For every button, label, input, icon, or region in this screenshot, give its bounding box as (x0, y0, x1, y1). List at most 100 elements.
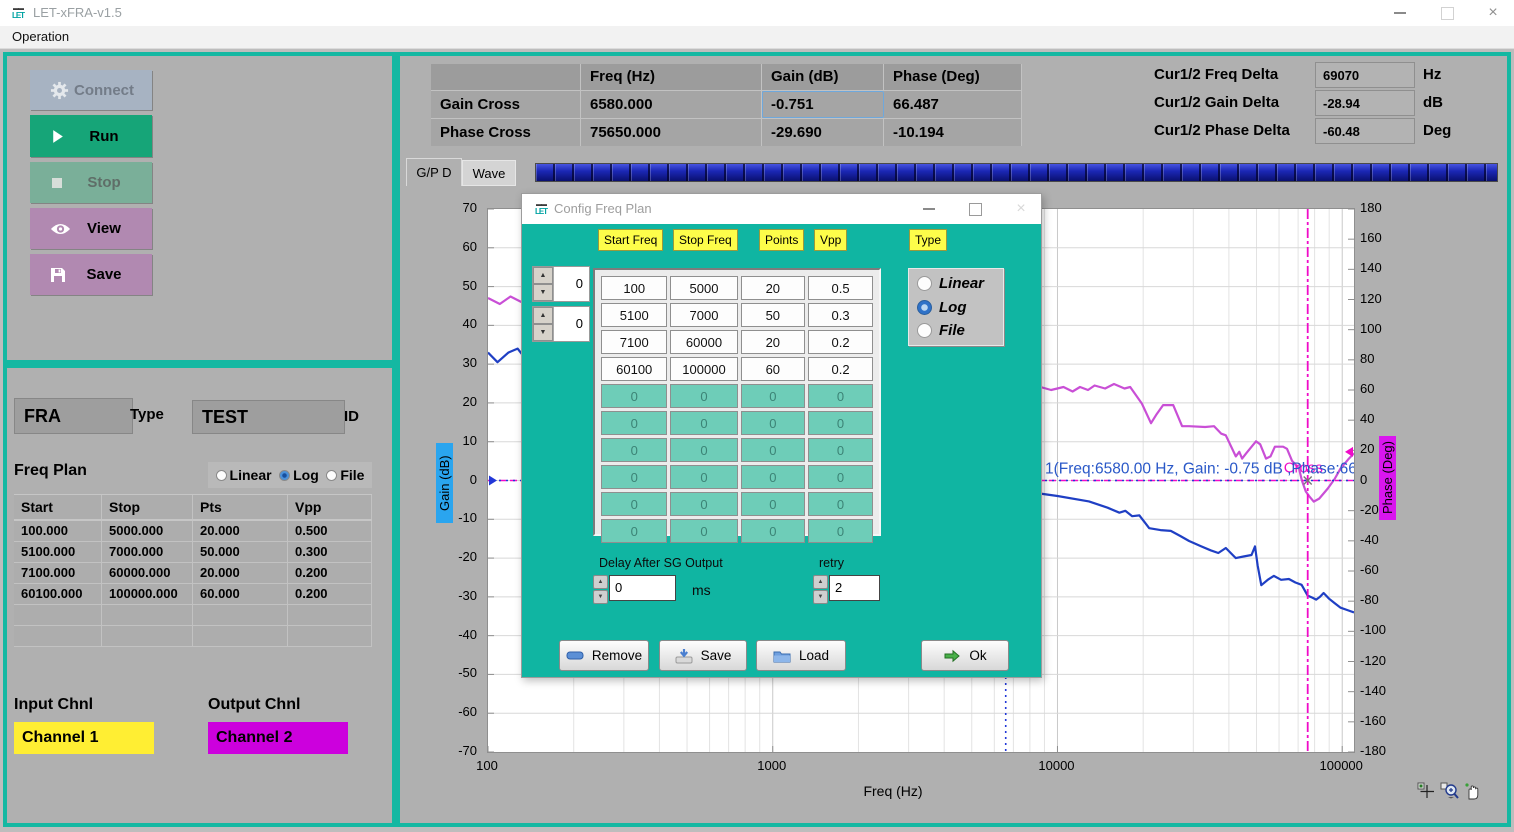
delay-spin-arrows[interactable]: ▲▼ (593, 575, 608, 604)
row-index-spinner-2[interactable]: ▲▼ 0 (532, 306, 590, 342)
dialog-plan-cell[interactable]: 60 (741, 357, 806, 381)
gain-axis-tick-label: -40 (433, 627, 477, 642)
dialog-plan-cell[interactable]: 0 (670, 465, 737, 489)
dialog-plan-cell[interactable]: 0 (741, 492, 806, 516)
type-field[interactable]: FRA (14, 398, 133, 434)
dialog-plan-cell[interactable]: 100000 (670, 357, 737, 381)
dialog-plan-cell[interactable]: 0 (670, 519, 737, 543)
dialog-plan-cell[interactable]: 0 (601, 438, 667, 462)
spin-up-icon[interactable]: ▲ (533, 307, 553, 324)
tab-gpd[interactable]: G/P D (406, 158, 462, 186)
type-log[interactable]: Log (917, 299, 1003, 316)
dialog-plan-cell[interactable]: 0.2 (808, 357, 873, 381)
dialog-save-button[interactable]: Save (659, 640, 747, 671)
dialog-plan-cell[interactable]: 0 (808, 438, 873, 462)
dialog-plan-cell[interactable]: 20 (741, 330, 806, 354)
zoom-tool[interactable] (1440, 782, 1459, 801)
dialog-plan-cell[interactable]: 0 (670, 492, 737, 516)
input-channel-selector[interactable]: Channel 1 (14, 722, 154, 754)
spin-up-icon[interactable]: ▲ (533, 267, 553, 284)
dialog-plan-cell[interactable]: 0 (808, 465, 873, 489)
dialog-plan-cell[interactable]: 5000 (670, 276, 737, 300)
dialog-plan-cell[interactable]: 5100 (601, 303, 667, 327)
dialog-plan-cell[interactable]: 0.2 (808, 330, 873, 354)
dialog-plan-cell[interactable]: 0 (670, 438, 737, 462)
dialog-plan-cell[interactable]: 0 (601, 465, 667, 489)
radio-file-dot (326, 470, 337, 481)
dialog-close-button[interactable]: × (1006, 196, 1036, 222)
spin-down-icon[interactable]: ▼ (533, 284, 553, 301)
dialog-plan-cell[interactable]: 50 (741, 303, 806, 327)
dialog-plan-cell[interactable]: 0.5 (808, 276, 873, 300)
dialog-plan-row: 0000 (601, 492, 873, 516)
spin-down-icon[interactable]: ▼ (813, 590, 828, 604)
spin-up-icon[interactable]: ▲ (813, 575, 828, 589)
radio-log[interactable]: Log (279, 467, 319, 483)
load-button[interactable]: Load (756, 640, 846, 671)
type-linear[interactable]: Linear (917, 275, 1003, 292)
delay-spinner[interactable]: ▲▼ 0 (593, 575, 676, 604)
type-log-dot (917, 300, 932, 315)
radio-file[interactable]: File (326, 467, 364, 483)
maximize-button[interactable] (1432, 0, 1462, 26)
dialog-plan-cell[interactable]: 0 (670, 411, 737, 435)
dialog-plan-cell[interactable]: 0 (741, 438, 806, 462)
delay-field[interactable]: 0 (609, 575, 676, 601)
plan-table-cell: 20.000 (193, 521, 288, 541)
dialog-plan-cell[interactable]: 60000 (670, 330, 737, 354)
tab-wave[interactable]: Wave (462, 160, 516, 186)
spinner-2-value[interactable]: 0 (554, 307, 589, 341)
run-button[interactable]: Run (30, 115, 152, 157)
dialog-plan-cell[interactable]: 60100 (601, 357, 667, 381)
save-button[interactable]: Save (30, 254, 152, 295)
dialog-plan-cell[interactable]: 0 (601, 384, 667, 408)
minimize-button[interactable] (1385, 0, 1415, 26)
dialog-plan-cell[interactable]: 7000 (670, 303, 737, 327)
crosshair-tool[interactable] (1417, 782, 1436, 801)
dialog-plan-cell[interactable]: 0 (741, 411, 806, 435)
menu-operation[interactable]: Operation (8, 26, 73, 48)
dialog-plan-cell[interactable]: 20 (741, 276, 806, 300)
retry-spin-arrows[interactable]: ▲▼ (813, 575, 828, 604)
stop-button[interactable]: Stop (30, 162, 152, 203)
dialog-plan-cell[interactable]: 0.3 (808, 303, 873, 327)
dialog-plan-cell[interactable]: 7100 (601, 330, 667, 354)
connect-button[interactable]: Connect (30, 70, 152, 110)
dialog-plan-cell[interactable]: 0 (808, 519, 873, 543)
dialog-plan-cell[interactable]: 0 (808, 492, 873, 516)
radio-linear[interactable]: Linear (216, 467, 272, 483)
dialog-plan-cell[interactable]: 0 (601, 492, 667, 516)
dialog-plan-cell[interactable]: 0 (808, 384, 873, 408)
spin-down-icon[interactable]: ▼ (593, 590, 608, 604)
spin-up-icon[interactable]: ▲ (593, 575, 608, 589)
dialog-plan-cell[interactable]: 0 (741, 519, 806, 543)
gain-axis-label: Gain (dB) (436, 443, 453, 523)
retry-spinner[interactable]: ▲▼ 2 (813, 575, 880, 604)
right-cursor-marker[interactable] (1345, 447, 1353, 457)
dialog-minimize-button[interactable] (914, 196, 944, 222)
spinner-1-value[interactable]: 0 (554, 267, 589, 301)
cross-h-phase: Phase (Deg) (884, 64, 1022, 90)
id-field[interactable]: TEST (192, 400, 345, 434)
output-channel-selector[interactable]: Channel 2 (208, 722, 348, 754)
dialog-plan-cell[interactable]: 0 (808, 411, 873, 435)
ok-button[interactable]: Ok (921, 640, 1009, 671)
dialog-plan-cell[interactable]: 0 (670, 384, 737, 408)
retry-field[interactable]: 2 (829, 575, 880, 601)
pan-tool[interactable] (1463, 782, 1482, 801)
left-cursor-marker[interactable] (489, 476, 497, 486)
view-button[interactable]: View (30, 208, 152, 249)
gain-cross-gain[interactable]: -0.751 (762, 91, 884, 118)
type-file[interactable]: File (917, 322, 1003, 339)
close-button[interactable]: × (1478, 0, 1508, 26)
dialog-plan-cell[interactable]: 0 (741, 384, 806, 408)
dialog-plan-cell[interactable]: 100 (601, 276, 667, 300)
spin-down-icon[interactable]: ▼ (533, 324, 553, 341)
row-index-spinner-1[interactable]: ▲▼ 0 (532, 266, 590, 302)
dialog-plan-cell[interactable]: 0 (601, 411, 667, 435)
dialog-plan-cell[interactable]: 0 (741, 465, 806, 489)
dialog-maximize-button[interactable] (960, 196, 990, 222)
dialog-plan-cell[interactable]: 0 (601, 519, 667, 543)
remove-button[interactable]: Remove (559, 640, 649, 671)
col-stop: Stop (102, 495, 193, 519)
